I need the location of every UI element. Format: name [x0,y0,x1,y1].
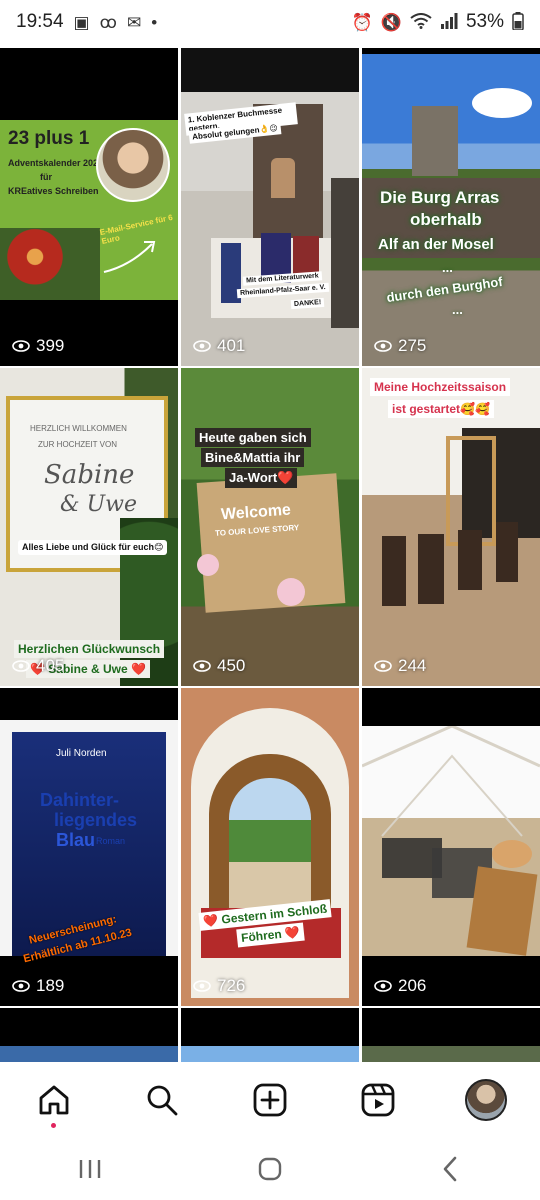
status-bar: 19:54 ▣ ꝏ ✉ • ⏰ 🔇 53% [0,0,540,44]
home-icon [39,1085,69,1115]
search-icon [147,1085,178,1116]
card-line1: HERZLICH WILLKOMMEN [30,424,127,433]
view-count: 401 [193,336,245,356]
post-tile-bine-mattia[interactable]: Heute gaben sich Bine&Mattia ihr Ja-Wort… [181,368,359,686]
arras-line2: oberhalb [410,210,482,229]
post-tile-hochzeitssaison[interactable]: Meine Hochzeitssaison ist gestartet🥰🥰 24… [362,368,540,686]
post-tile-burg-arras[interactable]: Die Burg Arras oberhalb Alf an der Mosel… [362,48,540,366]
gallery-icon: ▣ [73,12,90,32]
voicemail-icon: ꝏ [99,12,117,32]
arras-line1: Die Burg Arras [380,188,500,207]
notification-dot: • [151,12,158,32]
arras-line3: Alf an der Mosel [378,236,494,253]
system-navigation [0,1138,540,1200]
view-count: 189 [12,976,64,996]
saison-line2: ist gestartet🥰🥰 [388,400,494,418]
post-tile-partial-2[interactable] [181,1008,359,1062]
bine-line2: Bine&Mattia ihr [201,448,305,467]
bine-line3: Ja-Wort❤️ [225,468,298,488]
active-indicator [51,1123,56,1128]
book-title3: Blau [56,830,96,850]
roof-beams [362,726,540,837]
wish-text: Alles Liebe und Glück für euch😊 [18,540,168,555]
clock: 19:54 [16,11,64,32]
nav-create[interactable] [240,1070,300,1130]
nav-profile[interactable] [456,1070,516,1130]
nav-search[interactable] [132,1070,192,1130]
view-count: 244 [374,656,426,676]
view-count: 206 [374,976,426,996]
add-post-icon [253,1083,287,1117]
bine-line1: Heute gaben sich [195,428,311,447]
view-count: 450 [193,656,245,676]
advent-title: 23 plus 1 [8,128,90,149]
advent-sub2: für [40,172,52,182]
card-line2: ZUR HOCHZEIT VON [38,440,117,449]
arras-line5: durch den Burghof [385,273,504,306]
post-tile-partial-1[interactable] [0,1008,178,1062]
book-author: Juli Norden [56,748,107,759]
book-title1: Dahinter- [40,790,120,810]
eye-icon [374,340,392,352]
saison-line1: Meine Hochzeitssaison [370,378,511,396]
back-button[interactable] [420,1149,480,1189]
mute-icon: 🔇 [380,12,402,32]
post-tile-book-cover[interactable]: Juli Norden Dahinter- liegendes Blau Rom… [0,688,178,1006]
author-photo [96,128,170,202]
profile-avatar [465,1079,507,1121]
post-tile-buchmesse[interactable]: 1. Koblenzer Buchmesse gestern. Absolut … [181,48,359,366]
battery-percent: 53% [465,11,504,32]
book-title2: liegendes [54,810,138,830]
post-tile-partial-3[interactable] [362,1008,540,1062]
post-tile-attic-room[interactable]: 206 [362,688,540,1006]
arras-line6: ... [452,302,463,317]
view-count: 399 [12,336,64,356]
arrow-icon [103,241,156,273]
battery-icon [512,11,524,33]
book-genre: Roman [96,836,126,846]
mail-icon: ✉ [126,12,142,32]
nav-reels[interactable] [348,1070,408,1130]
nav-home[interactable] [24,1070,84,1130]
card-line4: & Uwe [60,492,137,517]
eye-icon [193,340,211,352]
eye-icon [374,980,392,992]
advent-sub3: KREatives Schreiben [8,186,99,196]
eye-icon [12,340,30,352]
eye-icon [374,660,392,672]
arras-line4: ... [442,260,453,275]
view-count: 726 [193,976,245,996]
post-tile-sabine-uwe[interactable]: HERZLICH WILLKOMMEN ZUR HOCHZEIT VON Sab… [0,368,178,686]
advent-sub1: Adventskalender 2024 [8,158,104,168]
reels-icon [361,1083,395,1117]
view-count: 275 [374,336,426,356]
post-tile-schloss-foehren[interactable]: ❤️ Gestern im Schloß Föhren ❤️ 726 [181,688,359,1006]
signal-icon [440,12,458,32]
back-icon [443,1156,457,1182]
view-count: 405 [12,656,64,676]
wifi-icon [410,12,432,32]
bottom-navigation [0,1062,540,1138]
eye-icon [193,980,211,992]
posts-grid: 23 plus 1 Adventskalender 2024 für KREat… [0,44,540,1062]
post-tile-advent-calendar[interactable]: 23 plus 1 Adventskalender 2024 für KREat… [0,48,178,366]
recent-apps-button[interactable] [60,1149,120,1189]
home-button[interactable] [240,1149,300,1189]
alarm-icon: ⏰ [351,12,373,32]
eye-icon [12,980,30,992]
recent-apps-icon [79,1160,101,1178]
eye-icon [193,660,211,672]
home-circle-icon [258,1157,282,1181]
card-line3: Sabine [44,460,135,490]
eye-icon [12,660,30,672]
